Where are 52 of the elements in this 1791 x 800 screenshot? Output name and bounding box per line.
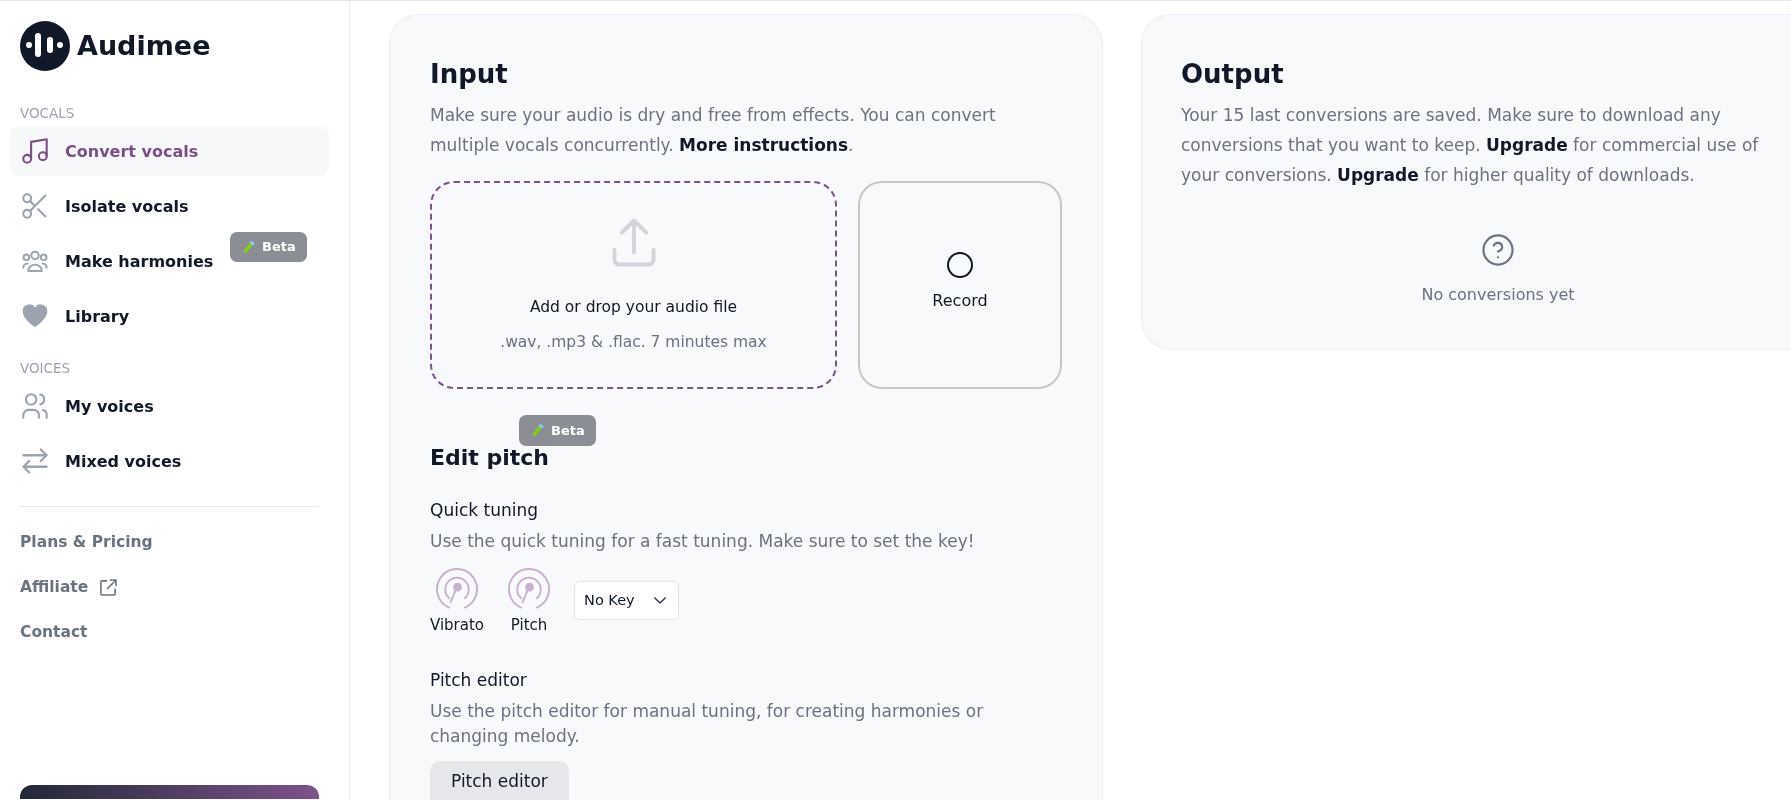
nav-link[interactable]: Contact — [20, 620, 88, 644]
chevron-down-icon — [654, 596, 667, 604]
badge-label: Beta — [551, 422, 585, 439]
question-circle-icon — [1482, 234, 1514, 266]
subsection-title: Quick tuning — [430, 499, 539, 522]
dial-toggle[interactable]: Pitch — [506, 567, 553, 635]
section-label: VOICES — [20, 359, 71, 377]
section-label: VOCALS — [20, 104, 75, 122]
drop-zone-title: Add or drop your audio file — [529, 296, 738, 318]
subsection-description: Use the quick tuning for a fast tuning. Make sure to set the key! — [430, 530, 976, 553]
section-title: Edit pitch — [430, 444, 550, 472]
card-title: Output — [1181, 58, 1285, 90]
output-description: Your 15 last conversions are saved. Make sure to download any conversions that you want to keep. Upgrade for commercial use of your conversions. Upgrade for higher quality of downloads. — [1181, 104, 1760, 187]
scissors-icon — [22, 193, 48, 219]
logo-icon — [20, 21, 70, 71]
heart-icon — [22, 303, 48, 329]
nav-link[interactable]: Affiliate — [20, 575, 118, 599]
external-link-icon — [100, 578, 118, 596]
instructions-link[interactable]: More instructions — [679, 135, 849, 155]
brand-name: Audimee — [77, 29, 211, 63]
nav-link[interactable]: Plans & Pricing — [20, 530, 153, 554]
subsection-title: Pitch editor — [430, 668, 528, 692]
swap-arrows-icon — [22, 448, 48, 474]
upgrade-link[interactable]: Upgrade — [1337, 165, 1419, 185]
file-drop-zone[interactable]: Add or drop your audio file .wav, .mp3 & .flac. 7 minutes max — [430, 181, 837, 389]
music-note-icon — [22, 138, 48, 164]
drop-zone-hint: .wav, .mp3 & .flac. 7 minutes max — [500, 331, 767, 353]
test-tube-icon — [241, 239, 256, 255]
sidebar-item[interactable]: Convert vocals — [10, 126, 329, 176]
sidebar-item[interactable]: My voices — [10, 381, 166, 431]
sidebar-item[interactable]: Isolate vocals — [10, 181, 201, 231]
sidebar-item[interactable]: Make harmonies — [10, 236, 226, 286]
empty-state-message: No conversions yet — [1421, 284, 1575, 306]
circle-icon — [947, 251, 973, 278]
pitch-editor-button[interactable]: Pitch editor — [430, 760, 569, 800]
sidebar-banner[interactable] — [20, 785, 319, 799]
people-icon — [22, 393, 48, 419]
upload-icon — [611, 217, 656, 267]
dial-icon — [434, 567, 480, 611]
badge-label: Beta — [262, 239, 296, 255]
dial-toggle[interactable]: Vibrato — [430, 567, 485, 635]
sidebar-item[interactable]: Library — [10, 291, 142, 341]
subsection-description: Use the pitch editor for manual tuning, for creating harmonies or changing melody. — [430, 700, 985, 748]
people-group-icon — [22, 248, 48, 274]
key-select[interactable]: No Key — [574, 580, 680, 620]
card-title: Input — [430, 58, 509, 90]
sidebar-item[interactable]: Mixed voices — [10, 436, 194, 486]
upgrade-link[interactable]: Upgrade — [1486, 135, 1568, 155]
input-description: Make sure your audio is dry and free from effects. You can convert multiple vocals concurrently. More instructions. — [430, 104, 997, 157]
record-button[interactable]: Record — [858, 181, 1062, 389]
dial-icon — [506, 567, 553, 611]
test-tube-icon — [530, 423, 545, 438]
